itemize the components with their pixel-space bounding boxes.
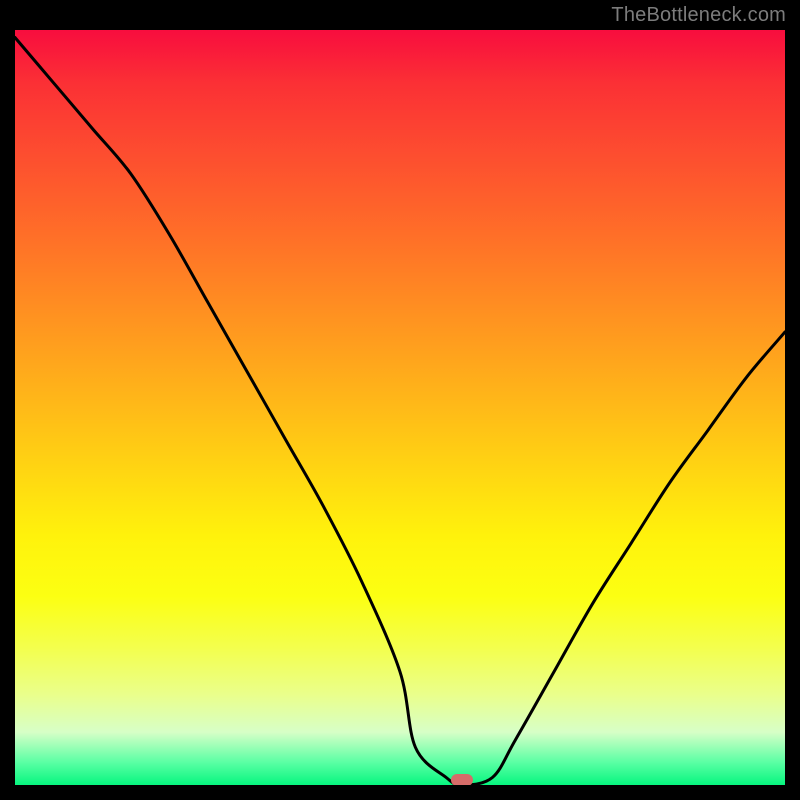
optimum-marker — [451, 774, 473, 785]
watermark-text: TheBottleneck.com — [611, 4, 786, 27]
curve-svg — [15, 30, 785, 785]
bottleneck-curve — [15, 38, 785, 786]
plot-area — [15, 30, 785, 785]
chart-frame: TheBottleneck.com — [0, 0, 800, 800]
